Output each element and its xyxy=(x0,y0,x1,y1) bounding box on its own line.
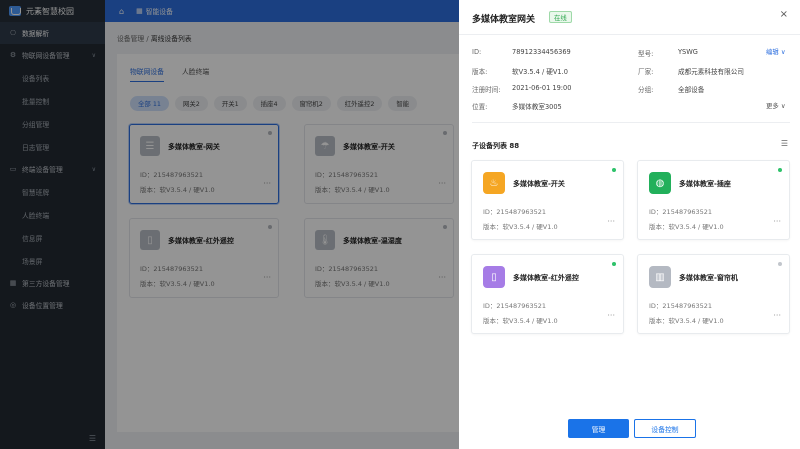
socket-icon: ◍ xyxy=(649,172,671,194)
sub-device-id: ID：215487963521 xyxy=(483,208,547,216)
more-icon[interactable]: ··· xyxy=(607,217,615,226)
online-dot xyxy=(612,262,616,266)
edit-link[interactable]: 编辑 ∨ xyxy=(766,47,786,56)
more-icon[interactable]: ··· xyxy=(773,217,781,226)
info-loc: 位置: xyxy=(472,101,487,111)
sub-device-id: ID：215487963521 xyxy=(483,302,547,310)
info-group-value: 全部设备 xyxy=(678,86,705,94)
device-control-button[interactable]: 设备控制 xyxy=(634,419,696,438)
sub-device-card[interactable]: ♨ 多媒体教室-开关 ID：215487963521 版本：软V3.5.4 / … xyxy=(471,160,624,240)
offline-dot xyxy=(778,262,782,266)
info-vendor-value: 成都元素科技有限公司 xyxy=(678,68,744,76)
info-version: 版本: xyxy=(472,66,487,76)
info-label: 注册时间: xyxy=(472,86,501,94)
modal-mask[interactable] xyxy=(0,0,459,449)
sub-device-id: ID：215487963521 xyxy=(649,208,713,216)
online-dot xyxy=(778,168,782,172)
sub-device-title: 多媒体教室-插座 xyxy=(679,180,731,188)
more-link[interactable]: 更多 ∨ xyxy=(766,101,786,110)
status-badge: 在线 xyxy=(549,11,572,23)
info-loc-value: 多媒体教室3005 xyxy=(512,103,562,111)
lamp-icon: ♨ xyxy=(483,172,505,194)
sub-device-version: 版本：软V3.5.4 / 硬V1.0 xyxy=(483,317,558,325)
remote-icon: ▯ xyxy=(483,266,505,288)
sub-device-id: ID：215487963521 xyxy=(649,302,713,310)
info-id: ID: xyxy=(472,48,481,56)
sub-device-card[interactable]: ◍ 多媒体教室-插座 ID：215487963521 版本：软V3.5.4 / … xyxy=(637,160,790,240)
info-label: ID: xyxy=(472,48,482,56)
sub-device-title: 多媒体教室-开关 xyxy=(513,180,565,188)
info-reg-value: 2021-06-01 19:00 xyxy=(512,84,572,92)
info-version-value: 软V3.5.4 / 硬V1.0 xyxy=(512,68,568,76)
drawer-title: 多媒体教室网关 xyxy=(472,15,536,25)
info-model: 型号: xyxy=(638,48,653,58)
info-label: 型号: xyxy=(638,50,654,58)
info-label: 分组: xyxy=(638,86,654,94)
more-icon[interactable]: ··· xyxy=(607,311,615,320)
info-model-value: YSWG xyxy=(678,48,698,56)
sub-device-title: 多媒体教室-窗帘机 xyxy=(679,274,738,282)
info-id-value: 78912334456369 xyxy=(512,48,571,56)
device-detail-drawer: 多媒体教室网关 在线 × ID: 78912334456369 版本: 软V3.… xyxy=(459,0,800,449)
info-label: 厂家: xyxy=(638,68,654,76)
info-reg: 注册时间: xyxy=(472,84,501,94)
online-dot xyxy=(612,168,616,172)
sub-device-title: 多媒体教室-红外遥控 xyxy=(513,274,579,282)
sub-device-title: 子设备列表 88 xyxy=(472,142,520,150)
sub-device-version: 版本：软V3.5.4 / 硬V1.0 xyxy=(649,223,724,231)
list-view-icon[interactable]: ☰ xyxy=(781,139,788,148)
sub-device-version: 版本：软V3.5.4 / 硬V1.0 xyxy=(649,317,724,325)
info-label: 位置: xyxy=(472,103,488,111)
sub-device-card[interactable]: ▯ 多媒体教室-红外遥控 ID：215487963521 版本：软V3.5.4 … xyxy=(471,254,624,334)
info-vendor: 厂家: xyxy=(638,66,653,76)
close-icon[interactable]: × xyxy=(780,9,788,20)
sub-device-version: 版本：软V3.5.4 / 硬V1.0 xyxy=(483,223,558,231)
sub-device-card[interactable]: ▥ 多媒体教室-窗帘机 ID：215487963521 版本：软V3.5.4 /… xyxy=(637,254,790,334)
divider xyxy=(459,34,800,35)
more-icon[interactable]: ··· xyxy=(773,311,781,320)
info-label: 版本: xyxy=(472,68,488,76)
info-group: 分组: xyxy=(638,84,653,94)
manage-button[interactable]: 管理 xyxy=(568,419,629,438)
curtain-icon: ▥ xyxy=(649,266,671,288)
divider xyxy=(472,122,790,123)
